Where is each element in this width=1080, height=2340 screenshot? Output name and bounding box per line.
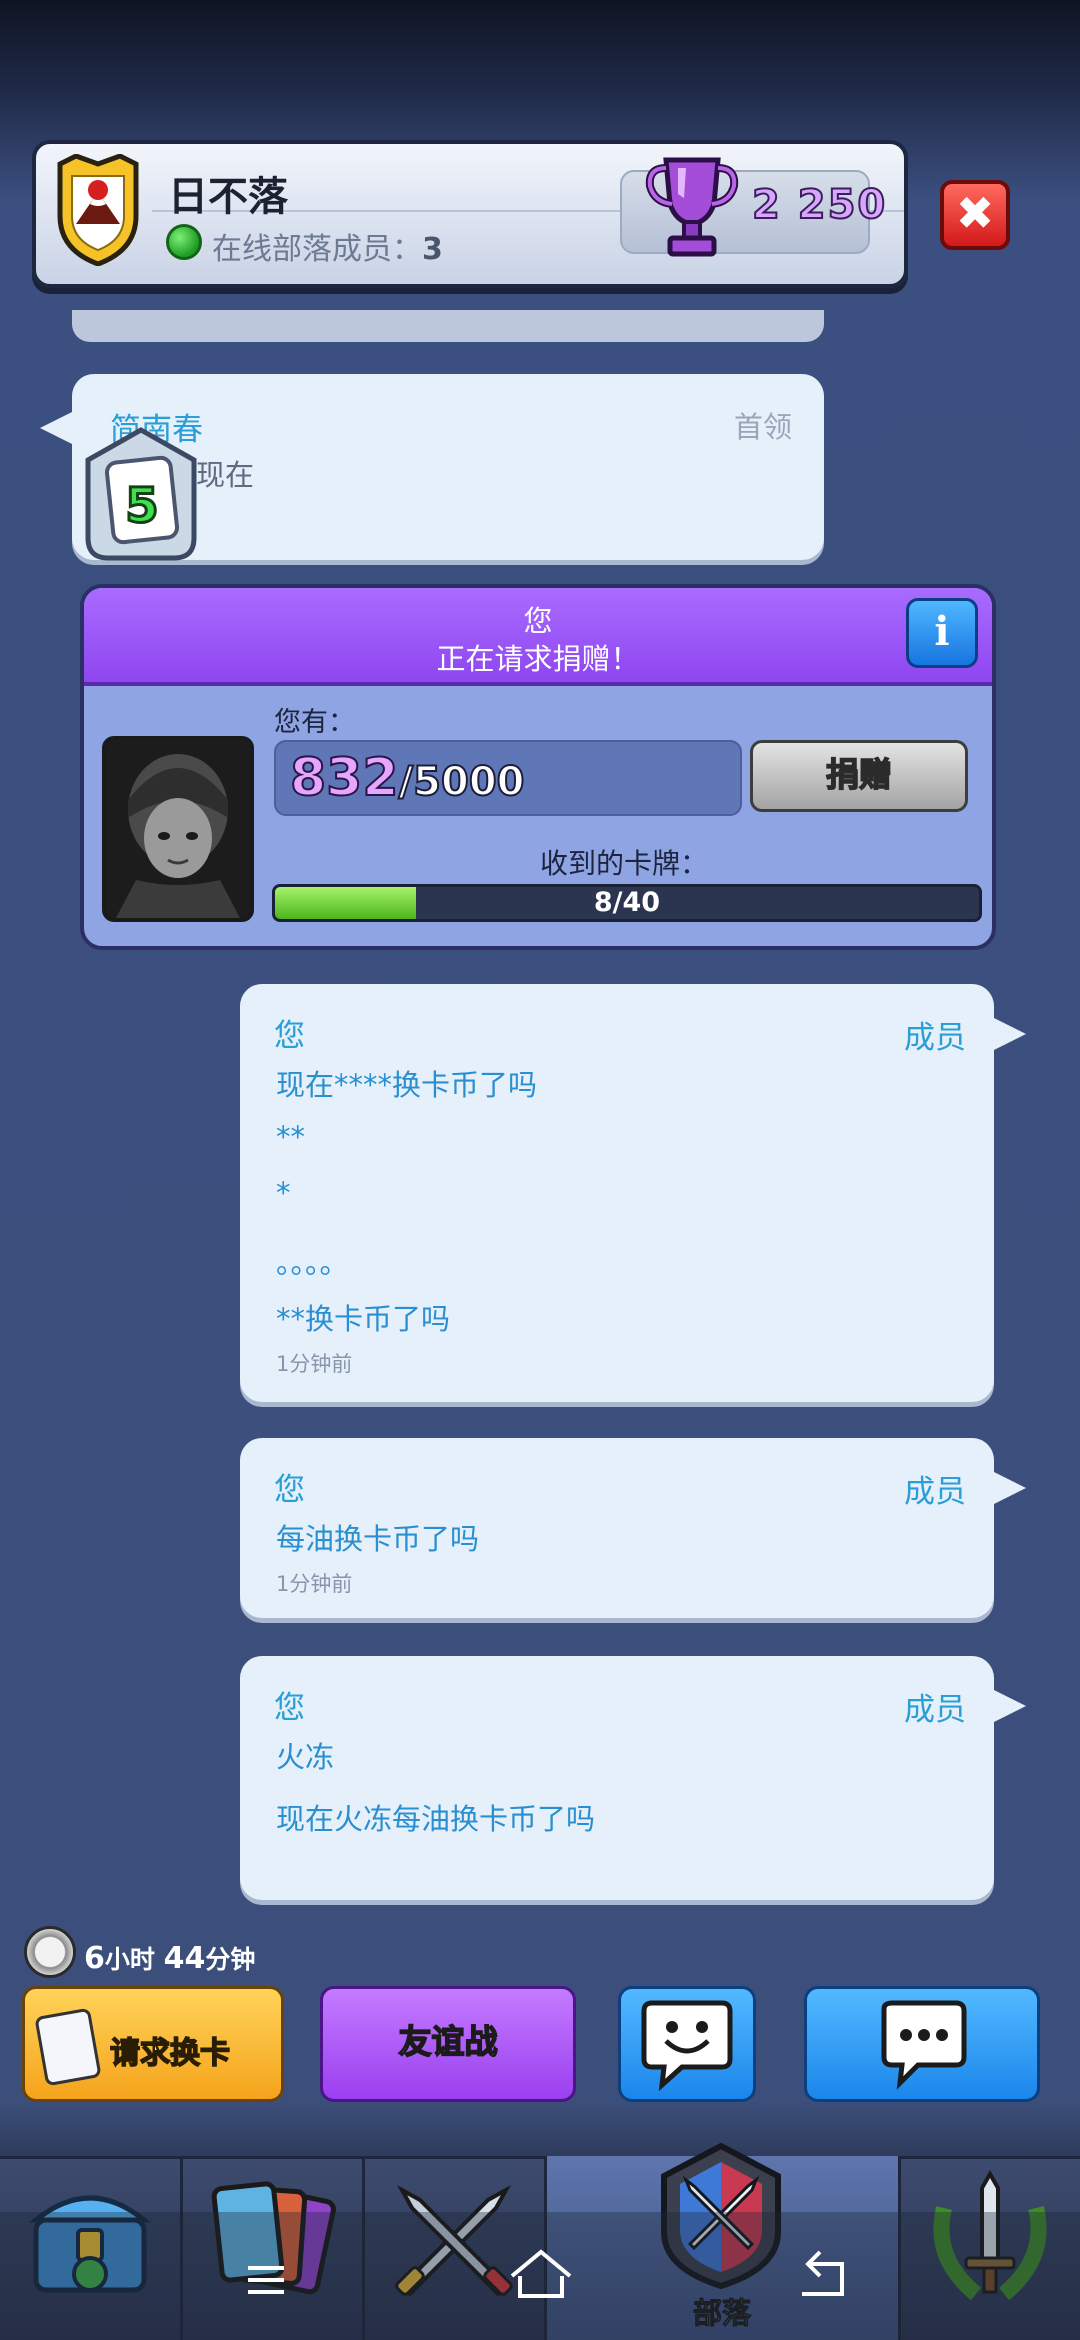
online-members: 在线部落成员：3: [212, 224, 443, 268]
card-count: 832/5000: [289, 747, 526, 809]
home-icon[interactable]: [506, 2246, 576, 2302]
sender-role: 成员: [904, 1692, 966, 1728]
clan-header-inner: 日不落 在线部落成员：3 2 250: [32, 140, 908, 288]
message-text: 现在: [196, 458, 255, 492]
sender-role: 成员: [904, 1474, 966, 1510]
online-count: 3: [422, 232, 443, 267]
timer-minutes-unit: 分钟: [205, 1945, 256, 1974]
menu-icon[interactable]: [244, 2262, 288, 2298]
card-icon: [34, 2007, 102, 2087]
sender-name[interactable]: 您: [274, 1464, 305, 1509]
clock-icon: [24, 1926, 76, 1978]
message-line: 。。。。: [276, 1246, 349, 1280]
chat-button[interactable]: [804, 1986, 1040, 2102]
message-line: **: [276, 1120, 305, 1154]
member-message-card: [240, 1656, 994, 1900]
timer-hours-unit: 小时: [104, 1945, 155, 1974]
donate-button[interactable]: 捐赠: [750, 740, 968, 812]
received-label: 收到的卡牌：: [539, 847, 708, 880]
trophy-icon: [645, 157, 739, 257]
progress-text: 8/40: [593, 887, 661, 918]
message-time: 1分钟前: [276, 1572, 353, 1596]
message-line: **换卡币了吗: [276, 1302, 451, 1336]
card-count-current: 832: [289, 747, 400, 809]
message-line: 火冻: [276, 1740, 335, 1774]
archer-portrait-icon: [106, 740, 250, 918]
info-icon: i: [934, 608, 950, 655]
request-cards-label: 请求换卡: [109, 2035, 231, 2072]
emote-button[interactable]: [618, 1986, 756, 2102]
sender-role: 首领: [734, 410, 793, 444]
level-number: 5: [125, 478, 158, 534]
bubble-tail: [990, 1688, 1026, 1724]
friendly-battle-button[interactable]: 友谊战: [320, 1986, 576, 2102]
card-count-total: /5000: [398, 758, 526, 806]
sender-name[interactable]: 您: [274, 1682, 305, 1727]
have-label: 您有：: [274, 707, 355, 738]
level-badge-icon: 5: [85, 427, 197, 561]
previous-message-edge: [72, 310, 824, 342]
shield-badge-icon[interactable]: [54, 154, 142, 266]
bubble-tail: [990, 1016, 1026, 1052]
clan-name: 日不落: [168, 174, 288, 220]
online-dot-icon: [166, 224, 202, 260]
message-line: 现在火冻每油换卡币了吗: [276, 1802, 596, 1836]
message-line: *: [276, 1176, 291, 1210]
request-status: 正在请求捐赠！: [436, 642, 640, 676]
timer-hours: 6: [84, 1941, 105, 1976]
sender-role: 成员: [904, 1020, 966, 1056]
chat-bubble-icon: [881, 2000, 967, 2090]
card-portrait: [102, 736, 254, 922]
timer-minutes: 44: [163, 1941, 206, 1976]
sender-name[interactable]: 您: [274, 1010, 305, 1055]
online-label: 在线部落成员：: [212, 232, 422, 267]
info-button[interactable]: i: [906, 598, 978, 668]
close-icon: ✖: [955, 186, 995, 240]
message-time: 1分钟前: [276, 1352, 353, 1376]
request-timer: 6小时 44分钟: [84, 1940, 255, 1976]
message-line: 现在****换卡币了吗: [276, 1068, 538, 1102]
bubble-tail: [40, 410, 76, 446]
member-message-card: [240, 984, 994, 1402]
message-line: 每油换卡币了吗: [276, 1522, 480, 1556]
emote-face-icon: [641, 2000, 733, 2092]
back-icon[interactable]: [790, 2246, 856, 2302]
trophy-count: 2 250: [751, 181, 888, 229]
bubble-tail: [990, 1470, 1026, 1506]
requester-name: 您: [523, 604, 553, 638]
close-button[interactable]: ✖: [940, 180, 1010, 250]
